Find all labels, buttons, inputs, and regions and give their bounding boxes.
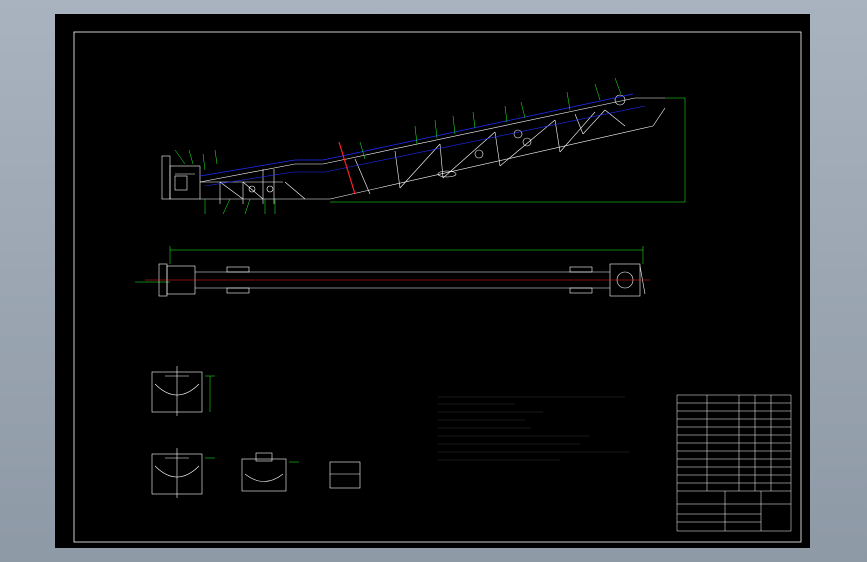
centerline-marker (338, 141, 356, 195)
plan-dimensions (135, 246, 644, 283)
belt-lower-line (204, 105, 646, 187)
return-idler-detail (241, 452, 287, 492)
section-detail (329, 461, 361, 489)
title-block (676, 394, 792, 532)
technical-notes (438, 396, 630, 461)
drawing-sheet (55, 14, 810, 548)
inner-frame (73, 31, 802, 543)
elevation-dimensions (174, 77, 686, 215)
detail-dimensions (205, 375, 299, 463)
idler-detail-b (151, 448, 203, 498)
elevation-view (161, 77, 686, 215)
plan-view (135, 246, 650, 297)
cad-drawing-canvas (73, 31, 802, 543)
idler-detail-a (151, 366, 203, 416)
notes-text-placeholder (438, 396, 630, 461)
belt-upper-line (199, 93, 634, 177)
inclined-truss (199, 94, 666, 200)
tail-frame (161, 155, 306, 204)
